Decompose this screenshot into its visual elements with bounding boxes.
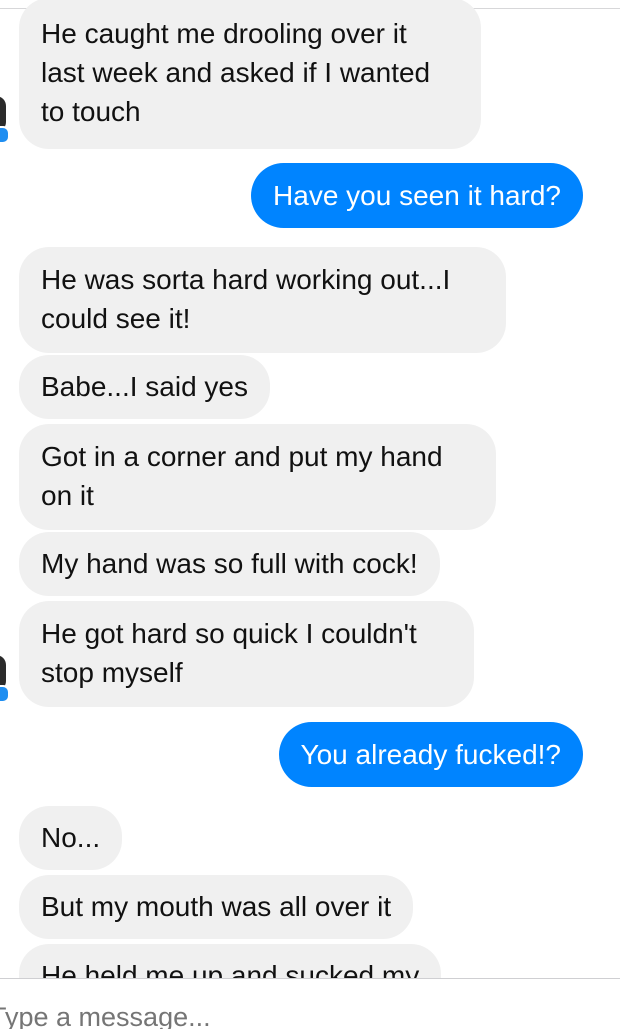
message-text: My hand was so full with cock! — [41, 548, 418, 579]
message-bubble-incoming[interactable]: He was sorta hard working out...I could … — [19, 247, 506, 353]
message-composer — [0, 978, 620, 1029]
message-text: He held me up and sucked my — [41, 960, 420, 978]
message-text: He caught me drooling over it last week … — [41, 18, 431, 127]
message-text: Have you seen it hard? — [273, 180, 561, 211]
online-status-icon — [0, 685, 10, 703]
message-bubble-incoming[interactable]: Babe...I said yes — [19, 355, 271, 419]
message-text: You already fucked!? — [300, 739, 562, 770]
messenger-conversation-screen: He caught me drooling over it last week … — [0, 0, 620, 1029]
message-input[interactable] — [0, 1001, 346, 1029]
message-bubble-incoming[interactable]: Got in a corner and put my hand on it — [19, 424, 496, 530]
message-bubble-incoming[interactable]: He caught me drooling over it last week … — [19, 0, 481, 149]
message-text: He was sorta hard working out...I could … — [41, 264, 451, 334]
message-text: Babe...I said yes — [41, 371, 249, 402]
message-text: But my mouth was all over it — [41, 891, 392, 922]
message-thread[interactable]: He caught me drooling over it last week … — [0, 0, 620, 978]
message-bubble-outgoing[interactable]: Have you seen it hard? — [251, 163, 583, 228]
message-bubble-incoming[interactable]: My hand was so full with cock! — [19, 532, 440, 596]
online-status-icon — [0, 126, 10, 144]
message-bubble-incoming[interactable]: But my mouth was all over it — [19, 875, 414, 939]
message-text: He got hard so quick I couldn't stop mys… — [41, 618, 417, 688]
message-bubble-incoming[interactable]: He held me up and sucked my — [19, 944, 442, 978]
message-text: Got in a corner and put my hand on it — [41, 441, 443, 511]
message-bubble-outgoing[interactable]: You already fucked!? — [278, 722, 583, 787]
message-bubble-incoming[interactable]: No... — [19, 806, 123, 870]
message-bubble-incoming[interactable]: He got hard so quick I couldn't stop mys… — [19, 601, 474, 707]
message-text: No... — [41, 822, 101, 853]
